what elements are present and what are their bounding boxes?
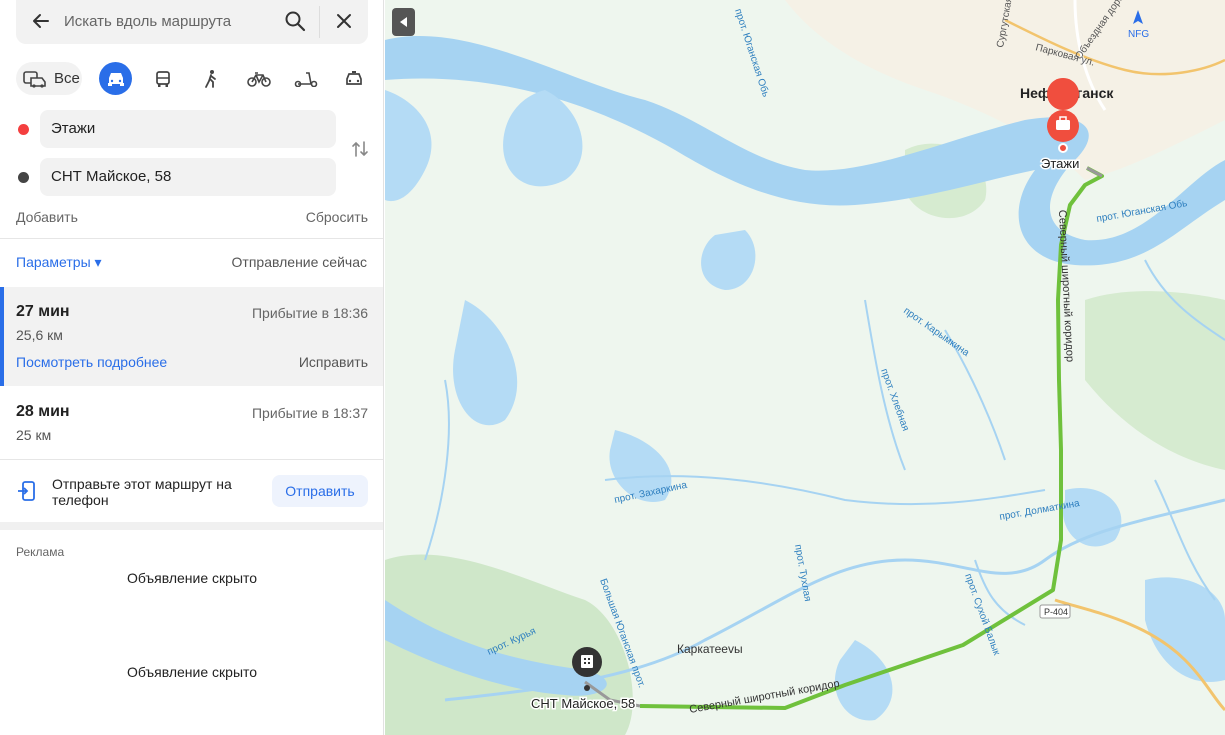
end-dot bbox=[18, 172, 29, 183]
phone-send-icon bbox=[18, 481, 35, 501]
road-badge-label: Р-404 bbox=[1044, 607, 1068, 617]
route-panel: Искать вдоль маршрута Все Этажи СНТ Майс… bbox=[0, 0, 384, 735]
village-label: Каркатееvы bbox=[677, 642, 743, 656]
departure-time[interactable]: Отправление сейчас bbox=[232, 254, 367, 270]
search-input[interactable]: Искать вдоль маршрута bbox=[64, 13, 231, 30]
start-dot bbox=[18, 124, 29, 135]
transport-modes: Все bbox=[16, 62, 368, 96]
route-search-bar[interactable]: Искать вдоль маршрута bbox=[16, 0, 368, 44]
collapse-panel-button[interactable] bbox=[392, 8, 415, 36]
swap-icon[interactable] bbox=[350, 139, 370, 159]
route-arrival: Прибытие в 18:36 bbox=[251, 305, 368, 321]
to-field[interactable]: СНТ Майское, 58 bbox=[40, 158, 336, 196]
search-separator bbox=[319, 6, 320, 38]
mode-scooter-button[interactable] bbox=[289, 62, 322, 95]
bicycle-icon bbox=[246, 71, 271, 87]
ad-label: Реклама bbox=[16, 545, 65, 559]
route-time: 28 мин bbox=[16, 403, 70, 420]
add-waypoint-link[interactable]: Добавить bbox=[16, 209, 78, 225]
scooter-icon bbox=[294, 71, 317, 87]
mode-bike-button[interactable] bbox=[242, 62, 275, 95]
road-badge: Р-404 bbox=[1039, 604, 1071, 619]
route-time: 27 мин bbox=[16, 303, 70, 320]
taxi-icon bbox=[345, 70, 362, 85]
back-arrow-icon[interactable] bbox=[30, 10, 52, 32]
walk-icon bbox=[204, 69, 216, 88]
end-label: СНТ Майское, 58 bbox=[531, 696, 635, 711]
mode-car-button[interactable] bbox=[99, 62, 132, 95]
ad-hidden-2: Объявление скрыто bbox=[126, 664, 258, 680]
route-fix-link[interactable]: Исправить bbox=[299, 354, 368, 370]
route-option-2[interactable]: 28 мин Прибытие в 18:37 25 км bbox=[0, 387, 383, 459]
send-text: Отправьте этот маршрут на телефон bbox=[52, 476, 232, 508]
route-distance: 25 км bbox=[16, 427, 52, 443]
chevron-left-icon bbox=[399, 17, 407, 27]
ad-hidden-1: Объявление скрыто bbox=[126, 570, 258, 586]
building-icon bbox=[581, 655, 593, 668]
mode-taxi-button[interactable] bbox=[337, 62, 370, 95]
bus-icon bbox=[155, 70, 170, 87]
map-canvas[interactable]: Северный широтный коридор Северный широт… bbox=[385, 0, 1225, 735]
close-icon[interactable] bbox=[334, 11, 354, 31]
start-label: Этажи bbox=[1041, 156, 1079, 171]
params-dropdown[interactable]: Параметры ▾ bbox=[16, 254, 102, 271]
route-details-link[interactable]: Посмотреть подробнее bbox=[16, 354, 167, 370]
route-arrival: Прибытие в 18:37 bbox=[251, 405, 368, 421]
car-bus-icon bbox=[23, 70, 46, 88]
mode-bus-button[interactable] bbox=[146, 62, 179, 95]
car-icon bbox=[107, 72, 124, 86]
route-option-1[interactable]: 27 мин Прибытие в 18:36 25,6 км Посмотре… bbox=[0, 287, 383, 386]
airport-label: NFG bbox=[1128, 29, 1149, 40]
mode-all-button[interactable]: Все bbox=[16, 62, 82, 95]
send-to-phone: Отправьте этот маршрут на телефон Отправ… bbox=[0, 460, 383, 522]
route-distance: 25,6 км bbox=[16, 327, 63, 343]
divider bbox=[0, 238, 383, 239]
send-button[interactable]: Отправить bbox=[272, 475, 368, 507]
mode-walk-button[interactable] bbox=[194, 62, 227, 95]
reset-link[interactable]: Сбросить bbox=[306, 209, 368, 225]
section-gap bbox=[0, 522, 383, 530]
mode-all-label: Все bbox=[54, 70, 80, 87]
map-view[interactable]: Северный широтный коридор Северный широт… bbox=[385, 0, 1225, 735]
from-field[interactable]: Этажи bbox=[40, 110, 336, 148]
search-icon[interactable] bbox=[284, 10, 306, 32]
waypoint-actions: Добавить Сбросить bbox=[16, 209, 368, 225]
